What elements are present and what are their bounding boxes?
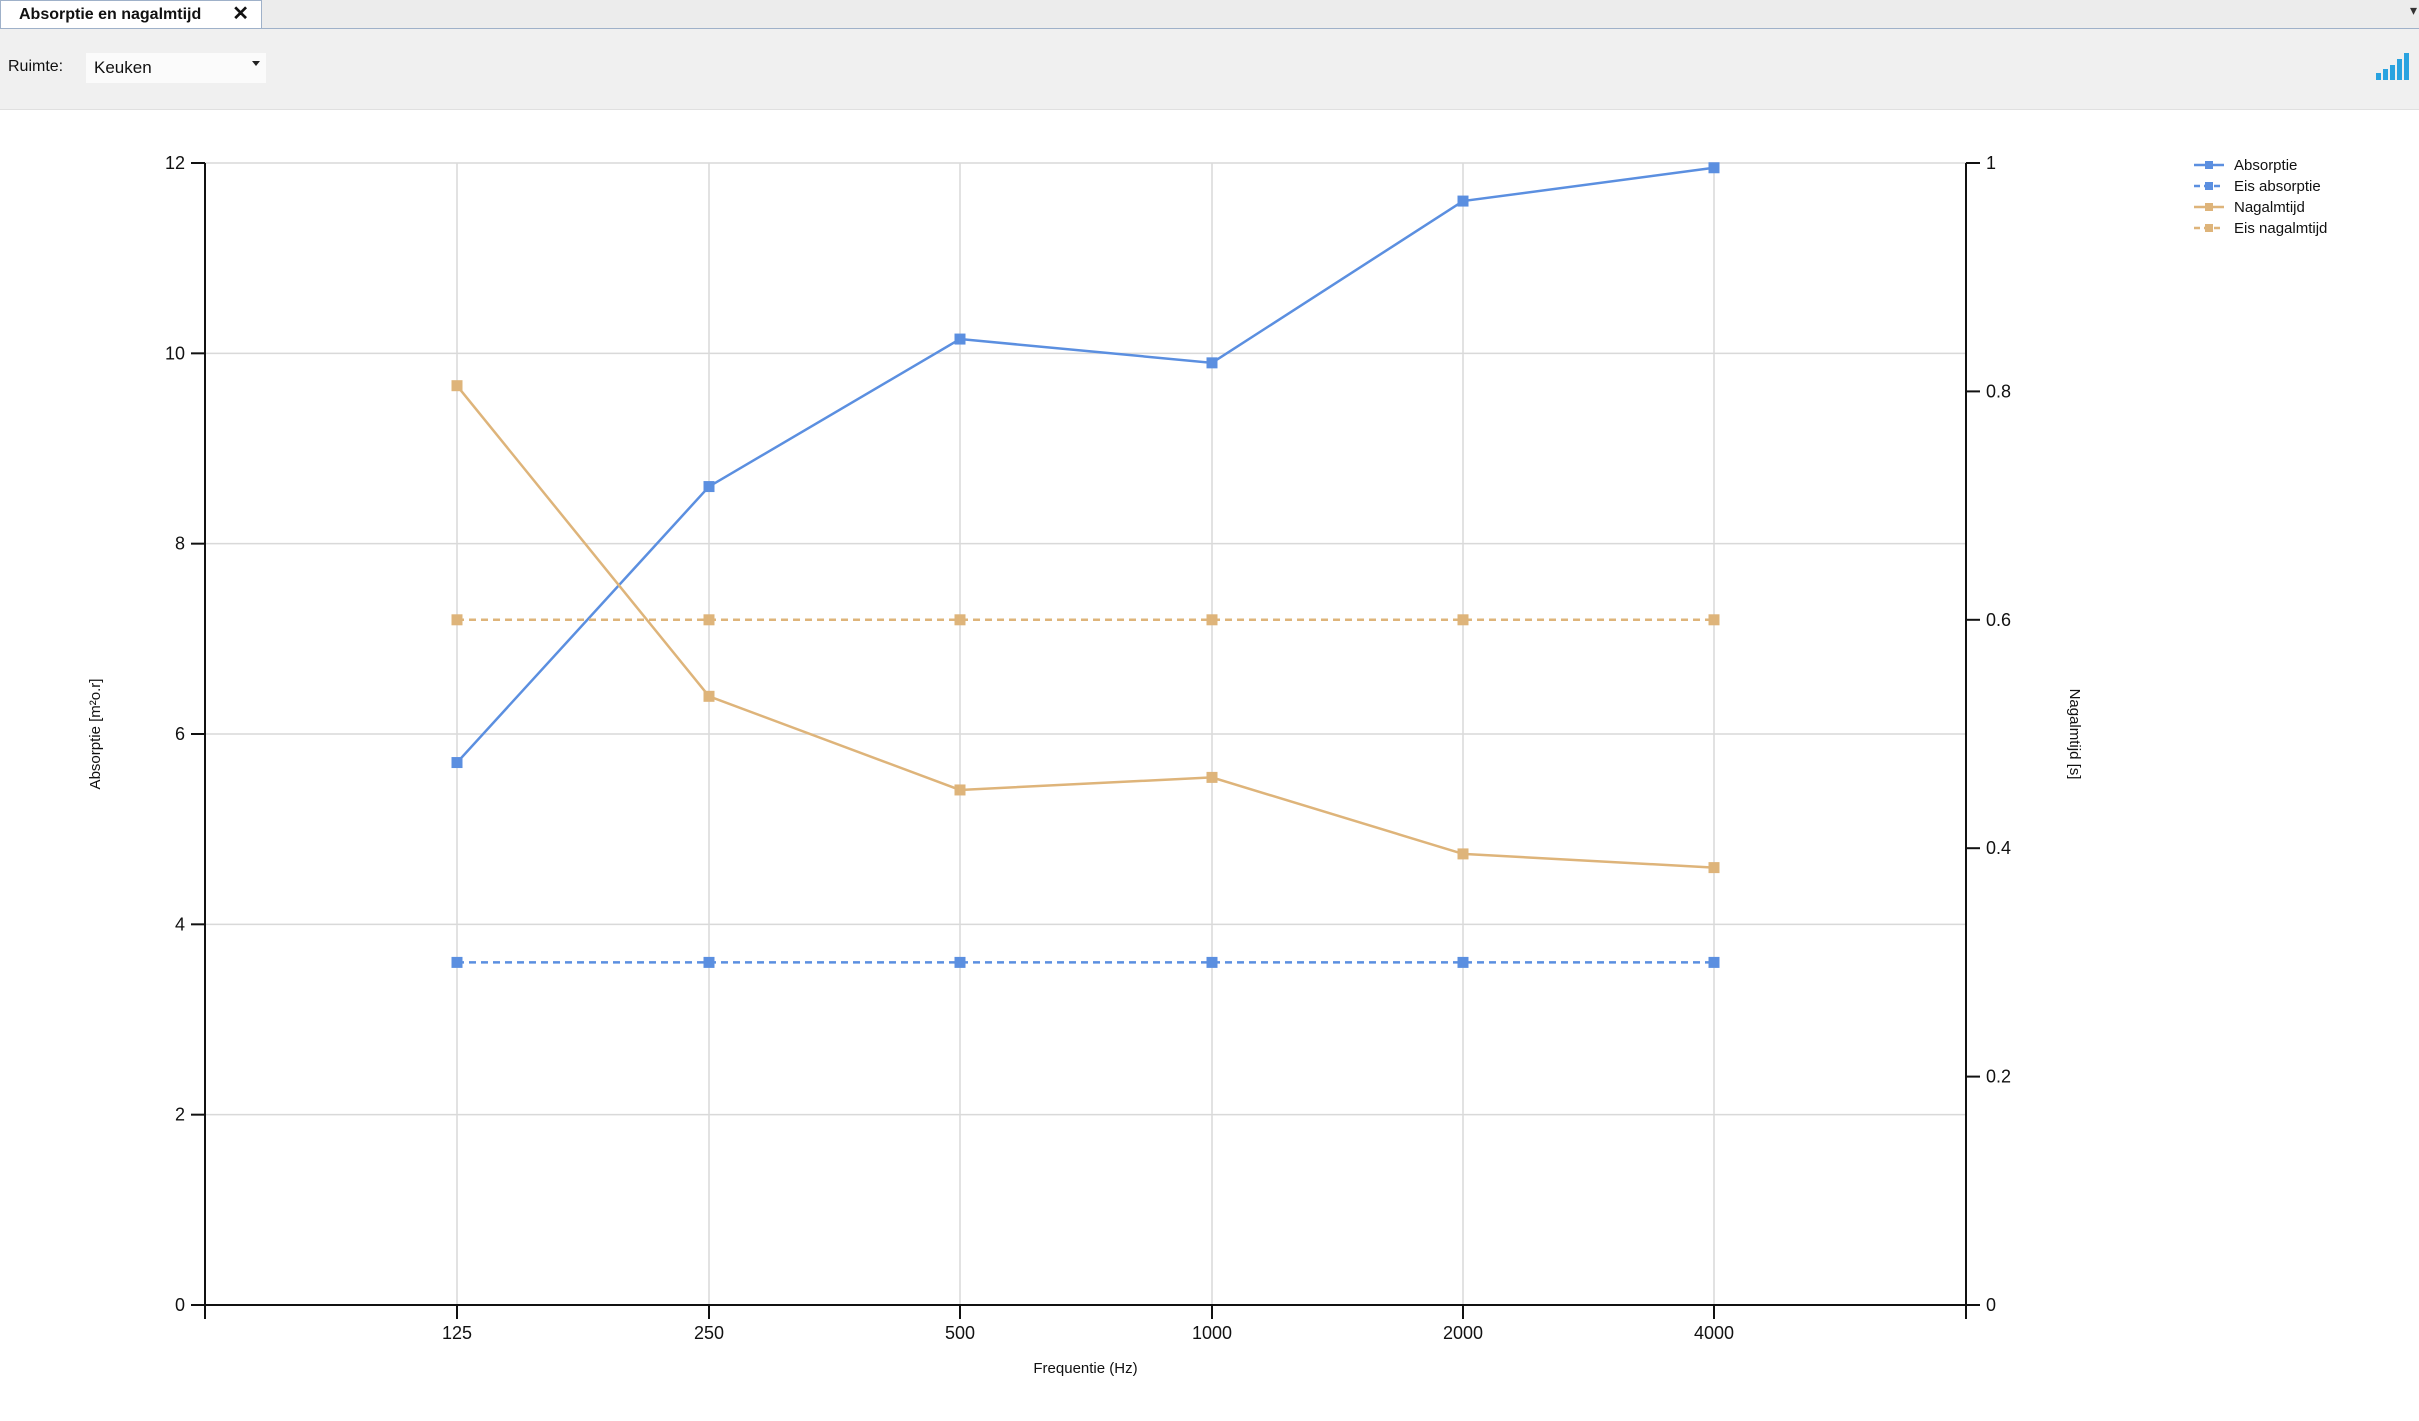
x-tick-label: 250 [694,1323,724,1343]
x-tick-label: 125 [442,1323,472,1343]
y-axis-title-right: Nagalmtijd [s] [2066,689,2083,780]
y-tick-label-left: 12 [165,153,185,173]
legend-label: Eis nagalmtijd [2234,220,2327,237]
series-line [456,384,1715,869]
y-tick-label-right: 1 [1986,153,1996,173]
y-tick-label-left: 4 [175,914,185,934]
y-tick-label-right: 0.6 [1986,610,2011,630]
x-tick-label: 2000 [1443,1323,1483,1343]
legend-marker [2205,224,2213,232]
x-axis-title: Frequentie (Hz) [1033,1360,1137,1377]
data-point [954,333,966,345]
data-point [1708,956,1720,968]
data-point [1457,848,1469,860]
data-point [451,380,463,392]
data-point [451,956,463,968]
data-point [1708,162,1720,174]
data-point [451,757,463,769]
close-icon[interactable]: ✕ [232,4,249,24]
data-point [451,614,463,626]
legend-marker [2205,161,2213,169]
y-tick-label-left: 6 [175,724,185,744]
data-point [954,956,966,968]
chart-area: 0 2 4 6 8 10 12 0 0.2 0.4 0.6 0.8 1 125 250 500 1000 2000… [87,153,2327,1377]
data-point [703,690,715,702]
data-point [954,614,966,626]
legend-marker [2205,182,2213,190]
chevron-down-icon[interactable]: ▾ [2410,2,2417,19]
legend-label: Nagalmtijd [2234,199,2305,216]
ruimte-select[interactable]: Keuken [86,53,266,83]
y-tick-label-left: 2 [175,1105,185,1125]
x-tick-label: 1000 [1192,1323,1232,1343]
legend-label: Eis absorptie [2234,178,2321,195]
tab-absorptie-nagalmtijd[interactable]: Absorptie en nagalmtijd ✕ [0,0,262,28]
caret-down-icon [252,61,260,66]
y-tick-label-right: 0 [1986,1295,1996,1315]
ruimte-select-value: Keuken [94,58,152,77]
y-tick-label-right: 0.2 [1986,1067,2011,1087]
data-point [703,614,715,626]
series-line [456,166,1715,764]
legend-marker [2205,203,2213,211]
data-point [1457,614,1469,626]
ruimte-label: Ruimte: [8,58,64,75]
data-point [1206,357,1218,369]
y-tick-label-left: 0 [175,1295,185,1315]
data-point [1457,195,1469,207]
data-point [1708,862,1720,874]
y-tick-label-right: 0.4 [1986,838,2011,858]
data-point [1206,614,1218,626]
y-tick-label-right: 0.8 [1986,381,2011,401]
data-point [1206,956,1218,968]
x-tick-label: 4000 [1694,1323,1734,1343]
tab-label: Absorptie en nagalmtijd [19,5,202,23]
data-point [703,481,715,493]
data-point [1708,614,1720,626]
data-point [954,784,966,796]
toolbar: Ruimte: Keuken [0,29,2419,110]
data-point [1206,771,1218,783]
x-tick-label: 500 [945,1323,975,1343]
y-tick-label-left: 8 [175,534,185,554]
y-tick-label-left: 10 [165,343,185,363]
data-point [1457,956,1469,968]
bar-chart-icon[interactable] [2375,51,2411,81]
tab-bar: Absorptie en nagalmtijd ✕ ▾ [0,0,2419,29]
y-axis-title-left: Absorptie [m²o.r] [87,679,104,790]
legend-label: Absorptie [2234,157,2297,174]
data-point [703,956,715,968]
